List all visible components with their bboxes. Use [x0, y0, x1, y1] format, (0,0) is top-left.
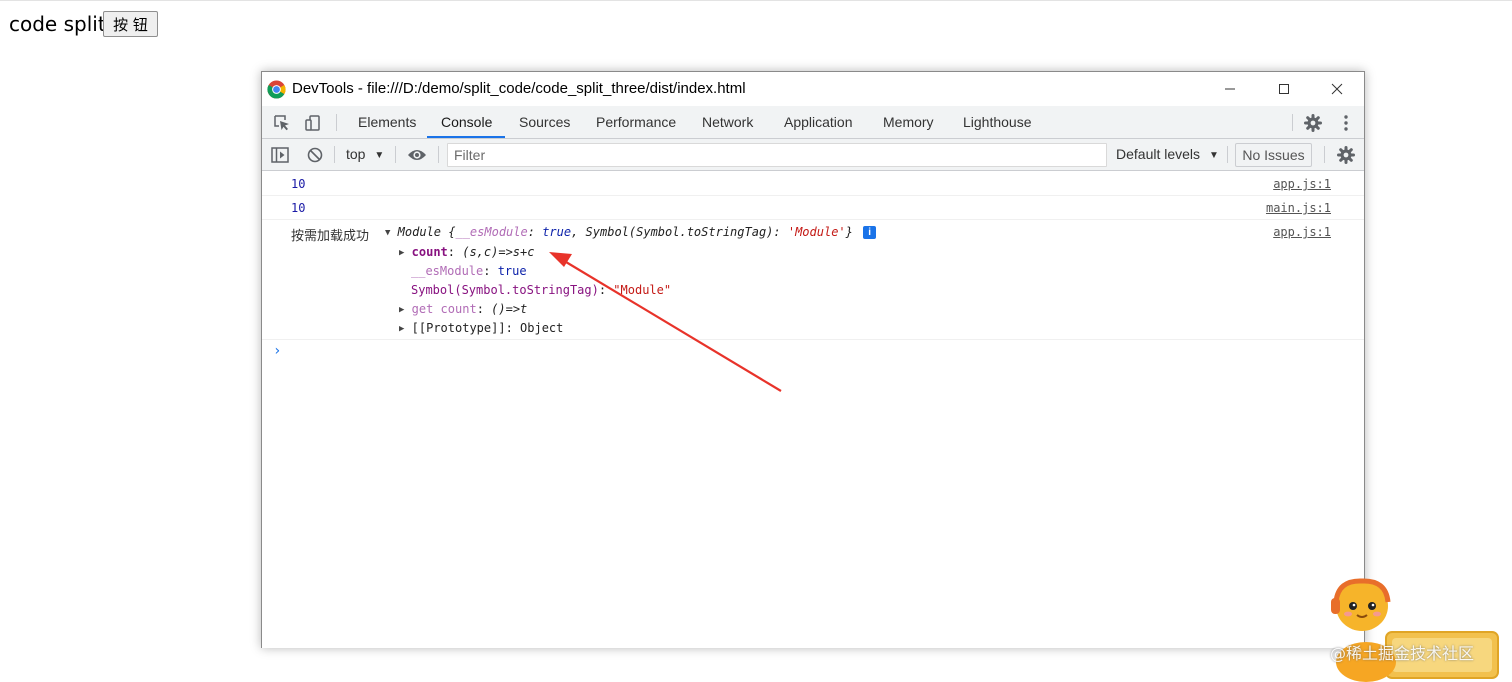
console-settings-button[interactable]: [1335, 144, 1357, 166]
close-button[interactable]: [1314, 72, 1360, 106]
tab-sources[interactable]: Sources: [519, 106, 570, 138]
object-property[interactable]: ▶ get count: ()=>t: [399, 302, 527, 316]
console-message: 10 main.js:1: [262, 196, 1364, 220]
expand-triangle-icon: ▶: [399, 248, 405, 258]
property-value: Object: [520, 321, 564, 335]
property-value: (s,c)=>s+c: [462, 245, 535, 259]
settings-button[interactable]: [1302, 112, 1324, 134]
summary-close-brace: }: [845, 225, 853, 239]
source-link[interactable]: app.js:1: [1273, 177, 1331, 191]
tab-console[interactable]: Console: [441, 106, 492, 138]
eye-icon: [408, 150, 426, 160]
toolbar-divider: [438, 146, 439, 163]
summary-comma: ,: [571, 225, 586, 239]
object-property[interactable]: ▶ [[Prototype]]: Object: [399, 321, 563, 335]
close-icon: [1331, 83, 1343, 95]
expand-triangle-icon: ▼: [385, 228, 391, 238]
devtools-window: DevTools - file:///D:/demo/split_code/co…: [261, 71, 1365, 648]
maximize-button[interactable]: [1261, 72, 1307, 106]
gear-icon: [1304, 114, 1322, 132]
mascot-illustration: [1331, 578, 1499, 682]
block-icon: [307, 147, 323, 163]
property-key: count: [411, 245, 448, 259]
expand-triangle-icon: ▶: [399, 305, 405, 315]
summary-separator: :: [527, 225, 543, 239]
log-value: 10: [291, 177, 306, 191]
log-label: 按需加载成功: [291, 229, 370, 244]
live-expression-button[interactable]: [406, 144, 428, 166]
console-toolbar: top ▼ Default levels ▼ No Issues: [262, 139, 1364, 171]
gear-icon: [1337, 146, 1355, 164]
tab-application[interactable]: Application: [784, 106, 853, 138]
property-value: true: [497, 264, 527, 278]
toolbar-divider: [1292, 114, 1293, 131]
summary-key: __esModule: [455, 225, 528, 239]
console-prompt-icon[interactable]: ›: [273, 343, 281, 359]
watermark: @稀土掘金技术社区: [1330, 644, 1475, 663]
device-icon: [305, 115, 320, 131]
inspect-icon: [274, 115, 289, 131]
property-key: get count: [411, 302, 477, 316]
summary-value: true: [542, 225, 572, 239]
tab-network[interactable]: Network: [702, 106, 753, 138]
property-value: ()=>t: [491, 302, 528, 316]
title-bar: DevTools - file:///D:/demo/split_code/co…: [262, 72, 1364, 106]
show-sidebar-button[interactable]: [269, 144, 291, 166]
toolbar-divider: [1227, 146, 1228, 163]
tab-elements[interactable]: Elements: [358, 106, 416, 138]
maximize-icon: [1279, 84, 1289, 94]
module-name: Module: [397, 225, 442, 239]
object-property[interactable]: ▶ count: (s,c)=>s+c: [399, 245, 534, 259]
summary-key: Symbol(Symbol.toStringTag): [585, 225, 774, 239]
context-selector[interactable]: top ▼: [346, 146, 384, 162]
inspect-element-button[interactable]: [271, 112, 293, 134]
filter-input[interactable]: [447, 143, 1107, 167]
console-output: 10 app.js:1 10 main.js:1 按需加载成功 app.js:1…: [262, 172, 1364, 648]
toolbar-divider: [334, 146, 335, 163]
property-key: [[Prototype]]: [411, 321, 506, 335]
more-options-button[interactable]: [1335, 112, 1357, 134]
minimize-button[interactable]: [1207, 72, 1253, 106]
object-property: __esModule: true: [411, 264, 527, 278]
sidebar-icon: [271, 147, 289, 163]
context-value: top: [346, 146, 366, 162]
panel-tab-bar: Elements Console Sources Performance Net…: [262, 106, 1364, 139]
issues-button[interactable]: No Issues: [1235, 143, 1312, 167]
device-toolbar-button[interactable]: [302, 112, 324, 134]
source-link[interactable]: main.js:1: [1266, 201, 1331, 215]
clear-console-button[interactable]: [304, 144, 326, 166]
console-message: 10 app.js:1: [262, 172, 1364, 196]
expand-triangle-icon: ▶: [399, 324, 405, 334]
page-top-border: [0, 0, 1512, 1]
log-levels-selector[interactable]: Default levels ▼: [1116, 146, 1219, 162]
object-property: Symbol(Symbol.toStringTag): "Module": [411, 283, 672, 297]
minimize-icon: [1225, 88, 1235, 90]
property-key: Symbol(Symbol.toStringTag): [411, 283, 599, 297]
summary-value: 'Module': [787, 225, 846, 239]
tab-memory[interactable]: Memory: [883, 106, 934, 138]
property-key: __esModule: [411, 264, 484, 278]
chrome-logo-icon: [267, 80, 286, 99]
source-link[interactable]: app.js:1: [1273, 225, 1331, 239]
toolbar-divider: [1324, 146, 1325, 163]
log-value: 10: [291, 201, 306, 215]
property-value: "Module": [613, 283, 672, 297]
active-tab-indicator: [427, 136, 505, 138]
page-heading: code split: [9, 12, 106, 36]
info-icon[interactable]: i: [863, 226, 877, 239]
window-title: DevTools - file:///D:/demo/split_code/co…: [292, 80, 746, 97]
tab-lighthouse[interactable]: Lighthouse: [963, 106, 1032, 138]
summary-separator: :: [773, 225, 788, 239]
dropdown-arrow-icon: ▼: [1208, 150, 1219, 161]
more-vertical-icon: [1344, 115, 1348, 131]
console-message: 按需加载成功 app.js:1 ▼ Module {__esModule: tr…: [262, 220, 1364, 340]
dropdown-arrow-icon: ▼: [374, 150, 385, 161]
toolbar-divider: [336, 114, 337, 131]
module-summary[interactable]: ▼ Module {__esModule: true, Symbol(Symbo…: [385, 225, 877, 239]
levels-value: Default levels: [1116, 146, 1201, 162]
toolbar-divider: [395, 146, 396, 163]
tab-performance[interactable]: Performance: [596, 106, 676, 138]
page-button[interactable]: 按 钮: [103, 11, 158, 37]
